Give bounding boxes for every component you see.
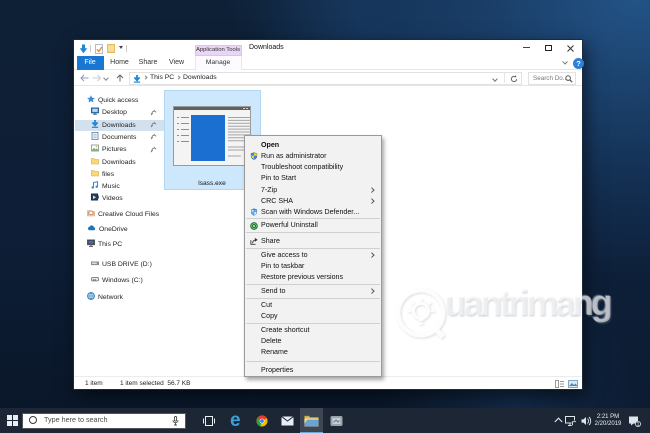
svg-text:1: 1: [636, 422, 639, 427]
